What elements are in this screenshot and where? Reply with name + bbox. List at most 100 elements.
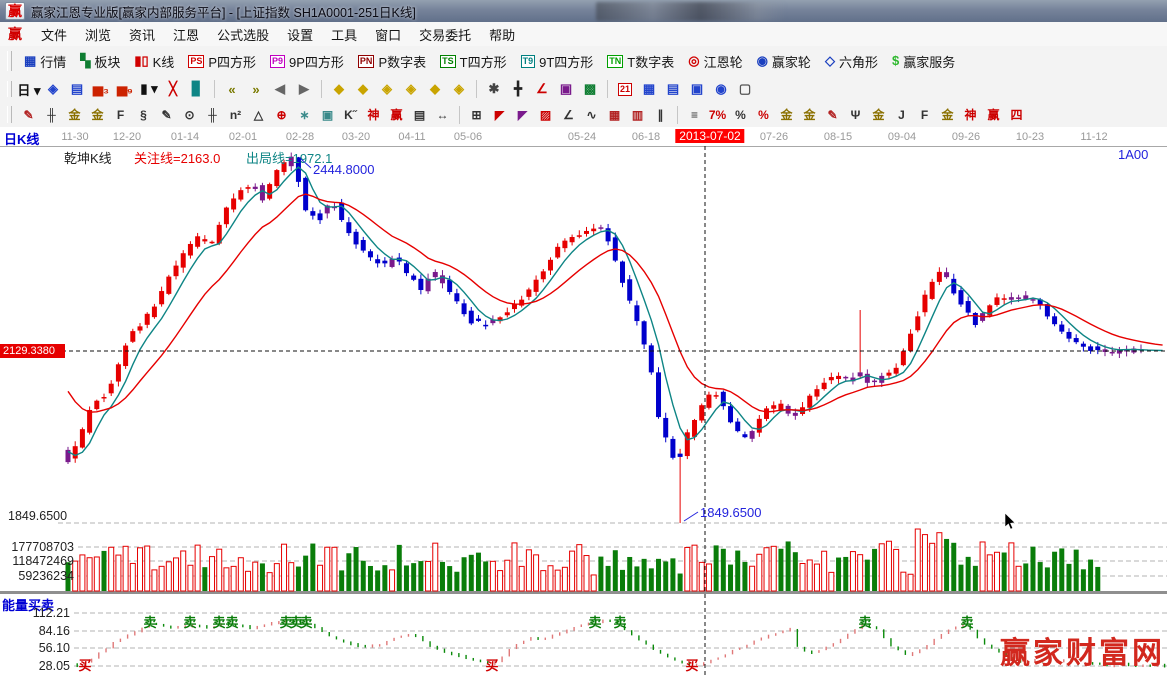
- gold-angle-button[interactable]: 金: [936, 104, 959, 126]
- time-cycle-button[interactable]: ⊙: [178, 104, 201, 126]
- print-button[interactable]: ▢: [733, 78, 757, 100]
- h-extent-button[interactable]: ↔: [431, 104, 454, 126]
- 9p-square-button[interactable]: P99P四方形: [263, 50, 351, 73]
- curve-style-button[interactable]: ◈: [41, 78, 65, 100]
- calculator-button[interactable]: ▦: [637, 78, 661, 100]
- spider-web-button[interactable]: ∗: [293, 104, 316, 126]
- gann-nav-shrink-button[interactable]: ◈: [399, 78, 423, 100]
- t-square-button[interactable]: TST四方形: [433, 50, 513, 73]
- ruler-123-button[interactable]: ▤: [408, 104, 431, 126]
- menu-item-8[interactable]: 窗口: [366, 22, 410, 47]
- shen-gate-button[interactable]: 神: [362, 104, 385, 126]
- menu-item-1[interactable]: 文件: [32, 22, 76, 47]
- period-day-selector-button[interactable]: 日 ▾: [17, 78, 41, 100]
- text-note-button[interactable]: ▣: [554, 78, 578, 100]
- gold-gate-1-button[interactable]: 金: [63, 104, 86, 126]
- menu-item-5[interactable]: 公式选股: [208, 22, 278, 47]
- p-square-button[interactable]: PSP四方形: [181, 50, 263, 73]
- ma3-chart-button[interactable]: ▅₃: [89, 78, 113, 100]
- pan-hand-button[interactable]: ✱: [482, 78, 506, 100]
- pitchfork-button[interactable]: Ψ: [844, 104, 867, 126]
- gann-nav-all-button[interactable]: ◈: [447, 78, 471, 100]
- t-table-button[interactable]: TNT数字表: [600, 50, 681, 73]
- trend-angle-button[interactable]: ∠: [557, 104, 580, 126]
- four-angle-button[interactable]: 四: [1005, 104, 1028, 126]
- save-button[interactable]: ▣: [685, 78, 709, 100]
- n-square-button[interactable]: n²: [224, 104, 247, 126]
- winner-service-button[interactable]: $赢家服务: [885, 50, 962, 73]
- gold-gate-2-button[interactable]: 金: [86, 104, 109, 126]
- price-levels-button[interactable]: ≡: [683, 104, 706, 126]
- gann-box-button[interactable]: ▦: [603, 104, 626, 126]
- gann-wheel-button[interactable]: ◎江恩轮: [681, 50, 749, 73]
- memo-button[interactable]: ▤: [661, 78, 685, 100]
- shen-angle-button[interactable]: 神: [959, 104, 982, 126]
- gann-nav-right-button[interactable]: ◆: [351, 78, 375, 100]
- j-angle-button[interactable]: J: [890, 104, 913, 126]
- page-prev-button[interactable]: ◀: [268, 78, 292, 100]
- box-web-button[interactable]: ▣: [316, 104, 339, 126]
- menu-item-3[interactable]: 资讯: [120, 22, 164, 47]
- title-bar[interactable]: 赢 赢家江恩专业版[赢家内部服务平台] - [上证指数 SH1A0001-251…: [0, 0, 1167, 22]
- parallel-button[interactable]: ∥: [649, 104, 672, 126]
- menu-item-9[interactable]: 交易委托: [410, 22, 480, 47]
- network-button[interactable]: ◉: [709, 78, 733, 100]
- 9t-square-button[interactable]: T99T四方形: [514, 50, 601, 73]
- kline-button[interactable]: ▮▯K线: [127, 50, 181, 73]
- fan-purple-button[interactable]: ◤: [511, 104, 534, 126]
- quotes-button[interactable]: ▦行情: [17, 50, 73, 73]
- win-gate-button[interactable]: 赢: [385, 104, 408, 126]
- f-gate-button[interactable]: F: [109, 104, 132, 126]
- pencil-3-button[interactable]: ✎: [821, 104, 844, 126]
- fan-boxed-button[interactable]: ▨: [534, 104, 557, 126]
- menu-item-4[interactable]: 江恩: [164, 22, 208, 47]
- percent-line-button[interactable]: %: [752, 104, 775, 126]
- zigzag-button[interactable]: ∿: [580, 104, 603, 126]
- gold-levels-button[interactable]: 金: [798, 104, 821, 126]
- spiral-button[interactable]: §: [132, 104, 155, 126]
- menu-item-10[interactable]: 帮助: [480, 22, 524, 47]
- crosshair-button[interactable]: ╋: [506, 78, 530, 100]
- grid-tool-2-button[interactable]: ╫: [201, 104, 224, 126]
- gann-nav-cross-button[interactable]: ◆: [423, 78, 447, 100]
- menu-item-2[interactable]: 浏览: [76, 22, 120, 47]
- jump-last-button[interactable]: »: [244, 78, 268, 100]
- jump-first-button[interactable]: «: [220, 78, 244, 100]
- page-next-button[interactable]: ▶: [292, 78, 316, 100]
- pencil-button[interactable]: ✎: [17, 104, 40, 126]
- toolbar-grip[interactable]: [7, 106, 12, 122]
- menu-item-7[interactable]: 工具: [322, 22, 366, 47]
- menu-item-6[interactable]: 设置: [278, 22, 322, 47]
- win-angle-button[interactable]: 赢: [982, 104, 1005, 126]
- gann-box-2-button[interactable]: ▥: [626, 104, 649, 126]
- chart-canvas[interactable]: [0, 146, 1167, 675]
- protractor-button[interactable]: △: [247, 104, 270, 126]
- gann-nav-left-button[interactable]: ◆: [327, 78, 351, 100]
- gold-fan-button[interactable]: 金: [867, 104, 890, 126]
- sectors-button[interactable]: ▚板块: [73, 50, 127, 73]
- calendar-21-button[interactable]: 21: [613, 78, 637, 100]
- winner-wheel-button[interactable]: ◉赢家轮: [750, 50, 818, 73]
- percent-button[interactable]: %: [729, 104, 752, 126]
- ma9-chart-button[interactable]: ▅₉: [113, 78, 137, 100]
- k-marks-button[interactable]: K˝: [339, 104, 362, 126]
- toolbar-grip[interactable]: [7, 51, 12, 71]
- gann-nav-expand-button[interactable]: ◈: [375, 78, 399, 100]
- hexagon-button[interactable]: ◇六角形: [818, 50, 885, 73]
- pencil-2-button[interactable]: ✎: [155, 104, 178, 126]
- fan-red-button[interactable]: ◤: [488, 104, 511, 126]
- date-axis[interactable]: 日K线 11-3012-2001-1402-0102-2803-2004-110…: [0, 127, 1167, 147]
- quad-box-button[interactable]: ⊞: [465, 104, 488, 126]
- seven-percent-button[interactable]: 7%: [706, 104, 729, 126]
- target-button[interactable]: ⊕: [270, 104, 293, 126]
- grid-tool-button[interactable]: ╫: [40, 104, 63, 126]
- gold-circle-button[interactable]: 金: [775, 104, 798, 126]
- volume-chart-button[interactable]: ▊: [185, 78, 209, 100]
- f-angle-button[interactable]: F: [913, 104, 936, 126]
- info-panel-button[interactable]: ▤: [65, 78, 89, 100]
- p-table-button[interactable]: PNP数字表: [351, 50, 433, 73]
- pattern-block-button[interactable]: ▩: [578, 78, 602, 100]
- candle-style-button[interactable]: ▮ ▾: [137, 78, 161, 100]
- ex-rights-button[interactable]: ╳: [161, 78, 185, 100]
- angle-measure-button[interactable]: ∠: [530, 78, 554, 100]
